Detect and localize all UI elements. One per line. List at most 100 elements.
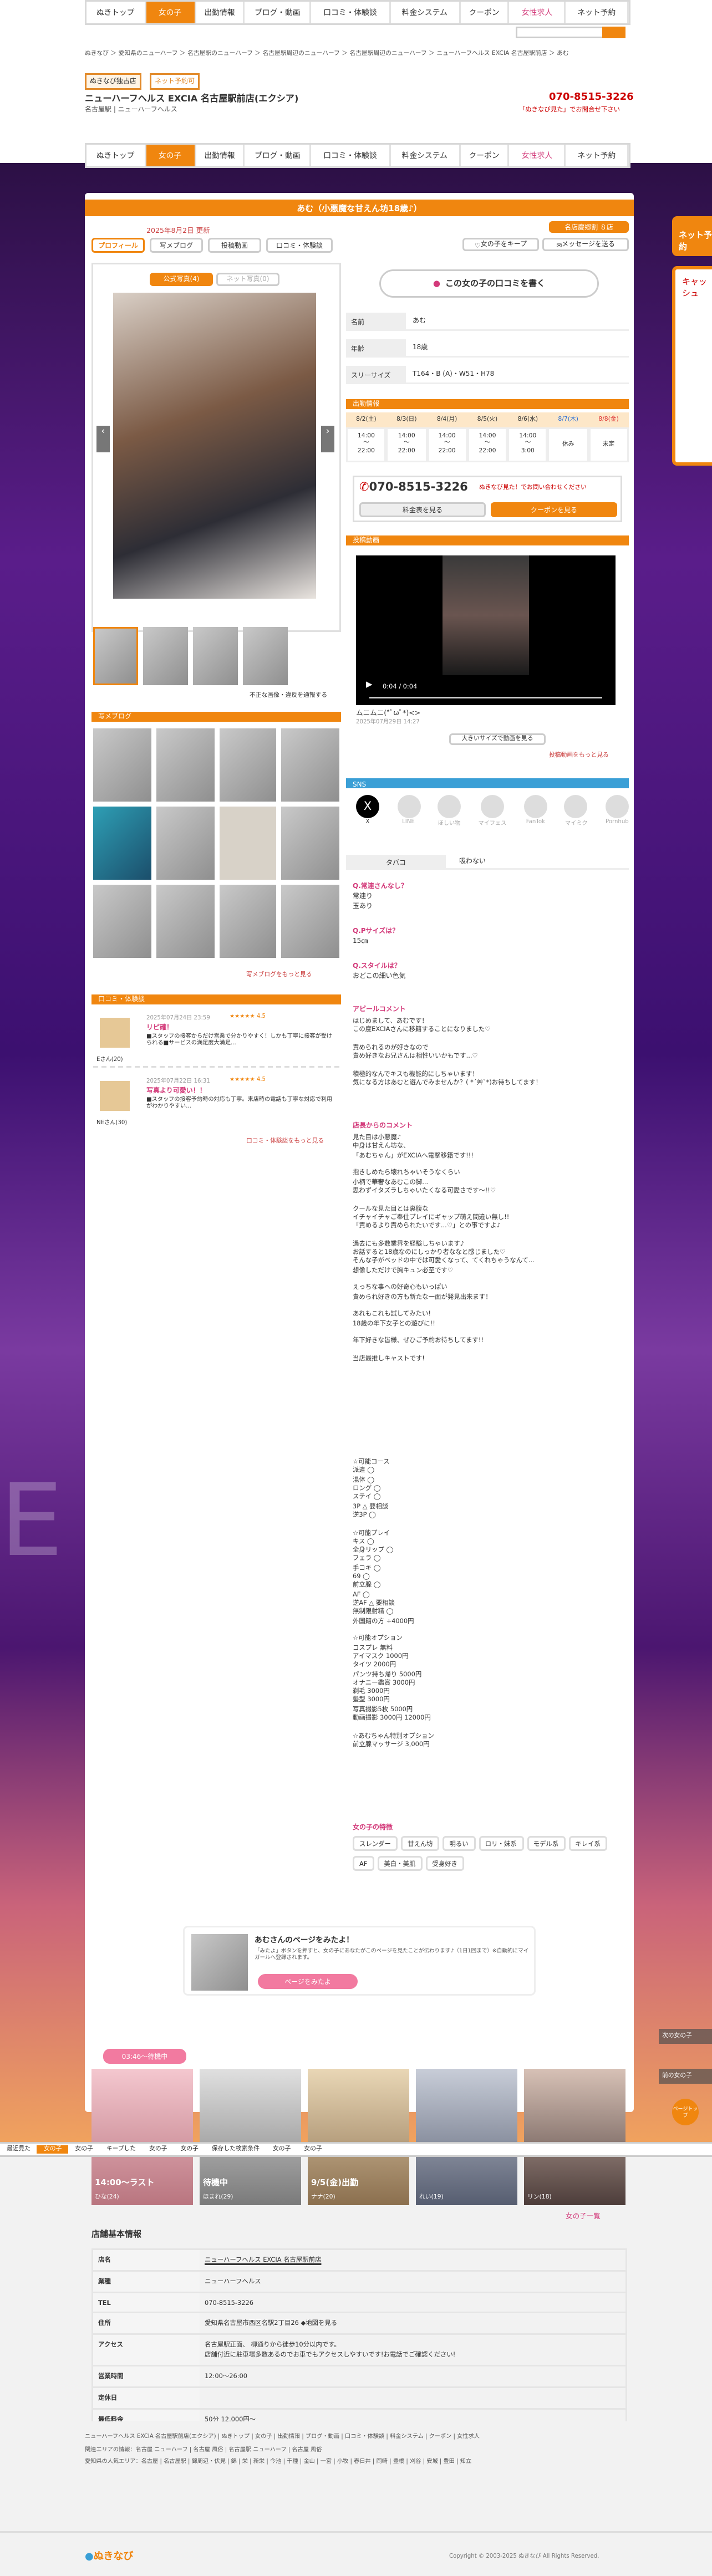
tab-reviews[interactable]: 口コミ・体験談 — [266, 238, 333, 253]
photo-report-link[interactable]: 不正な画像・違反を通報する — [250, 692, 327, 699]
footer-links[interactable]: ニューハーフヘルス EXCIA 名古屋駅前店(エクシア) | ぬきトップ | 女… — [85, 2431, 634, 2440]
saved-search-girl[interactable]: 女の子 — [297, 2145, 328, 2154]
photo-next-arrow[interactable]: › — [321, 426, 334, 452]
wishlist-icon[interactable]: ほしい物 — [438, 795, 461, 827]
blog-thumb[interactable] — [281, 807, 339, 880]
keep-girl-button[interactable]: ♡ 女の子をキープ — [462, 238, 539, 251]
message-button[interactable]: ✉ メッセージを送る — [542, 238, 629, 251]
review-item-2[interactable]: NEさん(30) 2025年07月22日 16:31 ★★★★★ 4.5 写真よ… — [93, 1074, 339, 1131]
blog-thumb[interactable] — [93, 885, 151, 958]
video-progress[interactable] — [369, 697, 602, 698]
blog-thumb[interactable] — [281, 885, 339, 958]
nav-top[interactable]: ぬきトップ — [87, 2, 146, 23]
nav2-net-reserve[interactable]: ネット予約 — [566, 145, 629, 166]
info-value[interactable]: ニューハーフヘルス EXCIA 名古屋駅前店 — [200, 2250, 326, 2270]
fantok-icon[interactable]: FanTok — [523, 795, 547, 827]
main-photo[interactable] — [113, 293, 316, 599]
tab-official-photos[interactable]: 公式写真(4) — [150, 273, 213, 286]
recommend-card[interactable]: れい(19) — [416, 2069, 517, 2205]
recommend-card[interactable]: リン(18) — [524, 2069, 625, 2205]
nav-price[interactable]: 料金システム — [391, 2, 460, 23]
recommend-card[interactable]: 14:00～ラスト ひな(24) — [91, 2069, 193, 2205]
thumb-1[interactable] — [93, 627, 138, 685]
play-icon[interactable]: ▶ — [366, 680, 373, 690]
page-top-button[interactable]: ページトップ — [672, 2099, 699, 2125]
shop-tel[interactable]: 070-8515-3226 — [549, 91, 634, 103]
blog-thumb[interactable] — [218, 885, 277, 958]
pornhub-icon[interactable]: Pornhub — [605, 795, 629, 827]
blog-thumb[interactable] — [156, 728, 214, 802]
info-value[interactable]: 愛知県名古屋市西区名駅2丁目26 ◆地図を見る — [200, 2313, 342, 2333]
nav2-schedule[interactable]: 出勤情報 — [196, 145, 246, 166]
keep-label[interactable]: キープした — [100, 2145, 143, 2154]
tel-number[interactable]: ✆070-8515-3226 — [359, 481, 468, 494]
thumb-2[interactable] — [143, 627, 188, 685]
tab-videos[interactable]: 投稿動画 — [208, 238, 261, 253]
video-more-link[interactable]: 投稿動画をもっと見る — [549, 752, 609, 759]
footer-area[interactable]: 関連エリアの情報：名古屋 ニューハーフ | 名古屋 風俗 | 名古屋駅 ニューハ… — [85, 2445, 634, 2453]
nav2-reviews[interactable]: 口コミ・体験談 — [311, 145, 391, 166]
thumb-3[interactable] — [193, 627, 238, 685]
nav2-girls[interactable]: 女の子 — [146, 145, 196, 166]
keep-girl[interactable]: 女の子 — [143, 2145, 174, 2154]
recent-girl[interactable]: 女の子 — [68, 2145, 99, 2154]
review-item-1[interactable]: Eさん(20) 2025年07月24日 23:59 ★★★★★ 4.5 リピ確！… — [93, 1011, 339, 1068]
tab-profile[interactable]: プロフィール — [91, 238, 145, 253]
nav2-blog[interactable]: ブログ・動画 — [245, 145, 312, 166]
nav2-price[interactable]: 料金システム — [391, 145, 460, 166]
tab-blog[interactable]: 写メブログ — [150, 238, 203, 253]
nav2-recruit[interactable]: 女性求人 — [510, 145, 566, 166]
nav-girls[interactable]: 女の子 — [146, 2, 196, 23]
photo-prev-arrow[interactable]: ‹ — [96, 426, 110, 452]
blog-thumb[interactable] — [281, 728, 339, 802]
info-value[interactable]: 070-8515-3226 — [200, 2293, 258, 2312]
blog-thumb[interactable] — [156, 885, 214, 958]
footer-logo[interactable]: ●ぬきなび — [85, 2548, 133, 2563]
blog-thumb[interactable] — [218, 728, 277, 802]
video-large-button[interactable]: 大きいサイズで動画を見る — [449, 733, 546, 745]
myfes-icon[interactable]: マイフェス — [479, 795, 506, 827]
line-icon[interactable]: LINE — [396, 795, 420, 827]
keep-girl[interactable]: 女の子 — [174, 2145, 205, 2154]
blog-thumb[interactable] — [93, 807, 151, 880]
coupon-button[interactable]: クーポンを見る — [491, 502, 617, 517]
nav-net-reserve[interactable]: ネット予約 — [566, 2, 629, 23]
blog-thumb[interactable] — [218, 807, 277, 880]
side-next-girl[interactable]: 次の女の子 — [659, 2029, 712, 2044]
recent-label[interactable]: 最近見た — [0, 2145, 37, 2154]
nav-coupon[interactable]: クーポン — [460, 2, 510, 23]
video-player[interactable]: ▶ 0:04 / 0:04 — [356, 555, 616, 705]
side-cashback[interactable]: キャッシュ — [672, 266, 712, 466]
nav-blog[interactable]: ブログ・動画 — [245, 2, 312, 23]
price-button[interactable]: 料金表を見る — [359, 502, 486, 517]
search-button[interactable] — [602, 27, 625, 38]
blog-more-link[interactable]: 写メブログをもっと見る — [246, 971, 312, 978]
reviews-more-link[interactable]: 口コミ・体験談をもっと見る — [246, 1137, 324, 1145]
thumb-4[interactable] — [243, 627, 288, 685]
nav-recruit[interactable]: 女性求人 — [510, 2, 566, 23]
tab-net-photos[interactable]: ネット写真(0) — [216, 273, 279, 286]
mitayo-button[interactable]: ページをみたよ — [258, 1974, 358, 1989]
nav-schedule[interactable]: 出勤情報 — [196, 2, 246, 23]
store-discount-button[interactable]: 名店慶郷割 ８店 — [549, 221, 629, 233]
sched-day: 8/3(日) — [386, 412, 427, 427]
recent-girl[interactable]: 女の子 — [37, 2145, 69, 2154]
saved-search-girl[interactable]: 女の子 — [266, 2145, 297, 2154]
footer-near[interactable]: 愛知県の人気エリア：名古屋 | 名古屋駅 | 錦周辺・伏見 | 錦 | 栄 | … — [85, 2458, 634, 2466]
blog-thumb[interactable] — [93, 728, 151, 802]
blog-thumb[interactable] — [156, 807, 214, 880]
recommend-card[interactable]: 待機中 ほまれ(29) — [200, 2069, 301, 2205]
footer-copyright: Copyright © 2003-2025 ぬきなび All Rights Re… — [449, 2553, 599, 2559]
mymiku-icon[interactable]: マイミク — [564, 795, 588, 827]
recommend-more-link[interactable]: 女の子一覧 — [566, 2212, 601, 2221]
nav2-top[interactable]: ぬきトップ — [87, 145, 146, 166]
side-net-reserve[interactable]: ネット予約 — [672, 216, 712, 256]
sched-day: 8/5(火) — [467, 412, 508, 427]
nav-reviews[interactable]: 口コミ・体験談 — [311, 2, 391, 23]
side-prev-girl[interactable]: 前の女の子 — [659, 2069, 712, 2084]
review-write-button[interactable]: ● この女の子の口コミを書く — [379, 269, 599, 298]
saved-search-label[interactable]: 保存した検索条件 — [205, 2145, 266, 2154]
recommend-card[interactable]: 9/5(金)出勤 ナナ(20) — [308, 2069, 409, 2205]
nav2-coupon[interactable]: クーポン — [460, 145, 510, 166]
x-icon[interactable]: XX — [356, 795, 379, 827]
